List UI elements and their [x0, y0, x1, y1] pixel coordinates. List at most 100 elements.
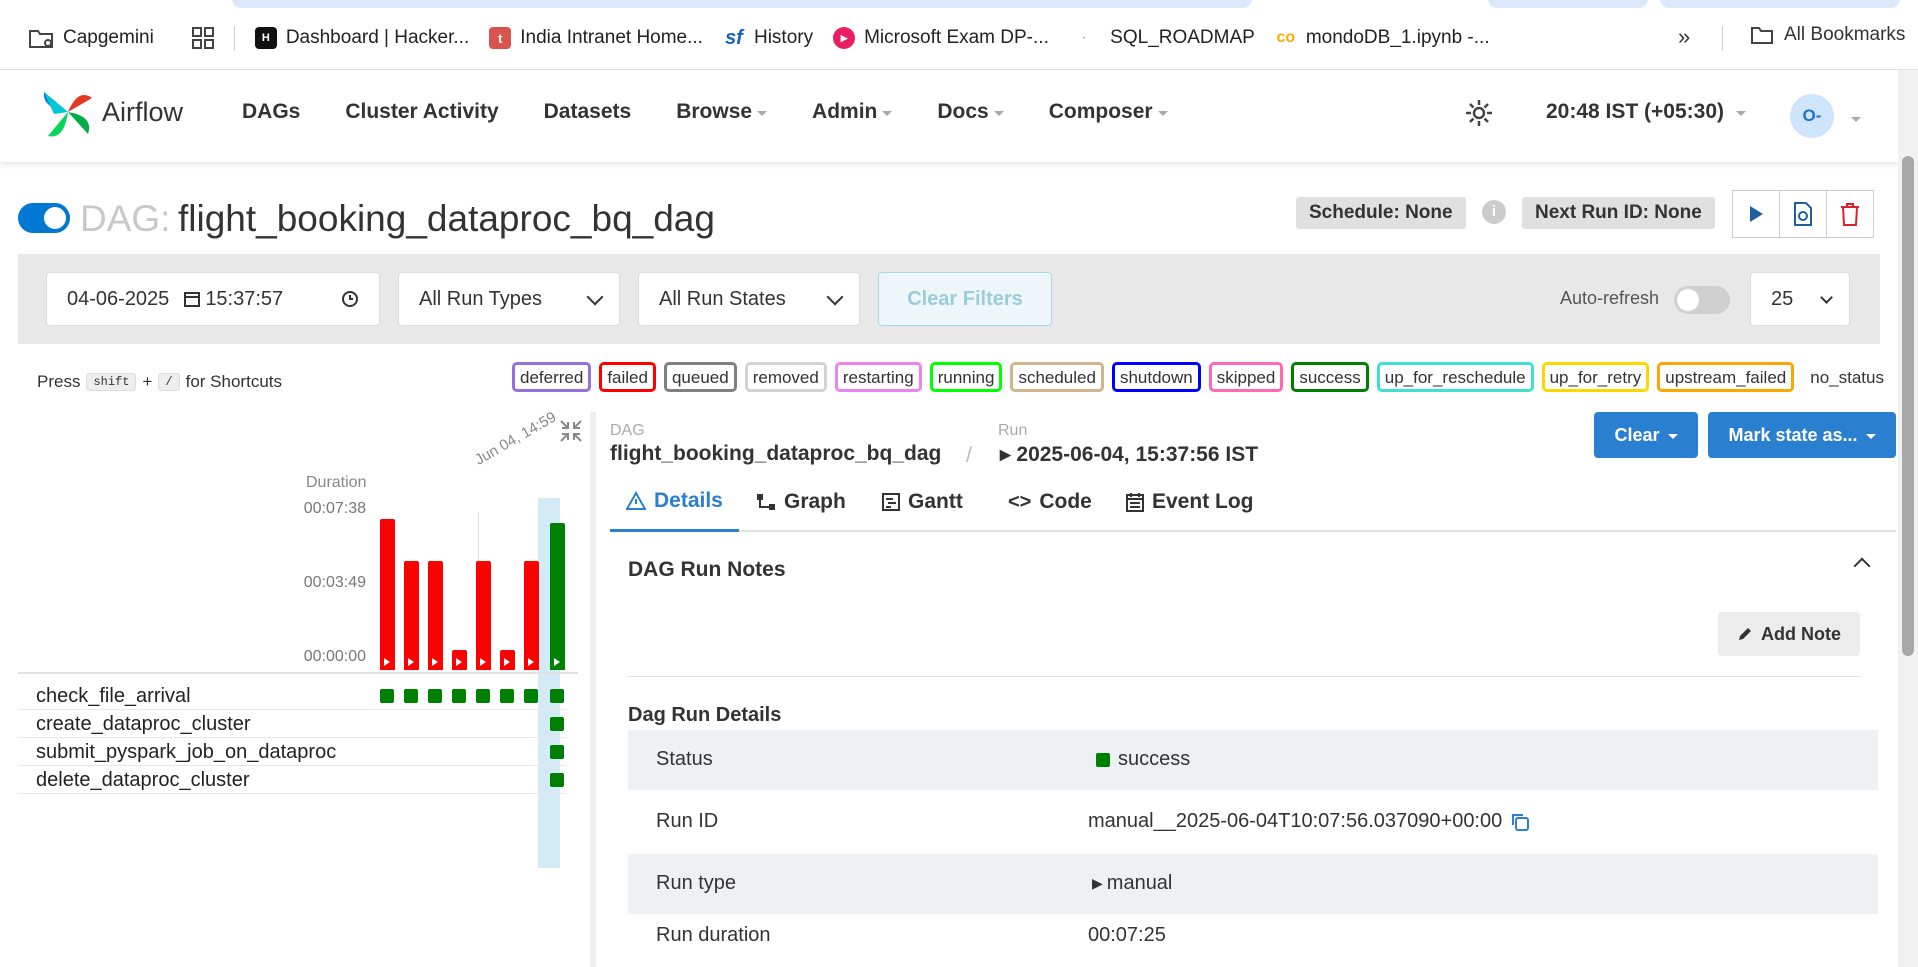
bookmark-ms-exam[interactable]: ▸ Microsoft Exam DP-... [833, 27, 1049, 49]
bookmark-intranet[interactable]: t India Intranet Home... [489, 27, 703, 49]
task-instance-success[interactable] [550, 717, 564, 731]
tab-code[interactable]: <> Code [992, 472, 1108, 532]
duration-bar-failed[interactable] [476, 561, 491, 670]
legend-queued[interactable]: queued [663, 362, 737, 392]
legend-up-for-retry[interactable]: up_for_retry [1541, 362, 1650, 392]
run-details-panel: DAG flight_booking_dataproc_bq_dag / Run… [610, 412, 1896, 967]
tab-graph[interactable]: Graph [740, 472, 862, 532]
legend-skipped[interactable]: skipped [1208, 362, 1284, 392]
task-instance-success[interactable] [428, 689, 442, 703]
reparse-dag-button[interactable] [1779, 190, 1827, 238]
legend-no-status[interactable]: no_status [1802, 362, 1892, 392]
settings-button[interactable] [1464, 98, 1494, 133]
caret-down-icon [1157, 111, 1168, 116]
tab-gantt[interactable]: Gantt [866, 472, 979, 532]
tab-event-log[interactable]: Event Log [1110, 472, 1270, 532]
legend-scheduled[interactable]: scheduled [1010, 362, 1104, 392]
clock-icon[interactable] [341, 290, 359, 308]
task-instance-success[interactable] [524, 689, 538, 703]
collapse-icon[interactable] [558, 418, 584, 444]
scrollbar-thumb[interactable] [1902, 156, 1914, 656]
task-row[interactable]: create_dataproc_cluster [18, 710, 566, 738]
duration-bar-failed[interactable] [452, 650, 467, 670]
task-instance-success[interactable] [404, 689, 418, 703]
copy-icon[interactable] [1510, 812, 1530, 832]
chevron-up-icon[interactable] [1853, 557, 1871, 575]
tab-details[interactable]: Details [610, 472, 739, 532]
legend-failed[interactable]: failed [599, 362, 656, 392]
legend-running[interactable]: running [929, 362, 1003, 392]
nav-admin[interactable]: Admin [812, 100, 893, 124]
bookmark-hackerrank[interactable]: H Dashboard | Hacker... [254, 27, 470, 49]
run-types-select[interactable]: All Run Types [398, 272, 620, 326]
task-instance-success[interactable] [452, 689, 466, 703]
nav-cluster-activity[interactable]: Cluster Activity [345, 100, 498, 124]
duration-bar-failed[interactable] [500, 650, 515, 670]
task-instance-success[interactable] [476, 689, 490, 703]
task-instance-success[interactable] [500, 689, 514, 703]
run-states-select[interactable]: All Run States [638, 272, 860, 326]
bookmark-sql-roadmap[interactable]: · SQL_ROADMAP [1081, 27, 1255, 49]
delete-dag-button[interactable] [1826, 190, 1874, 238]
duration-bar-failed[interactable] [428, 561, 443, 670]
breadcrumb-separator: / [966, 444, 972, 467]
panel-resize-handle[interactable] [590, 412, 596, 967]
bookmark-colab[interactable]: co mondoDB_1.ipynb -... [1274, 27, 1490, 49]
legend-restarting[interactable]: restarting [834, 362, 922, 392]
task-row[interactable]: delete_dataproc_cluster [18, 766, 566, 794]
nav-docs[interactable]: Docs [937, 100, 1004, 124]
duration-bar-failed[interactable] [524, 561, 539, 670]
more-bookmarks-button[interactable]: » [1678, 24, 1690, 50]
task-instance-success[interactable] [380, 689, 394, 703]
trigger-dag-button[interactable] [1732, 190, 1780, 238]
duration-bar-failed[interactable] [404, 561, 419, 670]
dag-pause-toggle[interactable] [18, 203, 70, 233]
task-instance-success[interactable] [550, 745, 564, 759]
info-icon[interactable]: i [1482, 200, 1506, 224]
calendar-icon[interactable] [183, 290, 201, 308]
breadcrumb-dag[interactable]: flight_booking_dataproc_bq_dag [610, 442, 941, 466]
mark-state-button[interactable]: Mark state as... [1708, 412, 1896, 458]
airflow-logo[interactable]: Airflow [40, 84, 183, 140]
mark-state-label: Mark state as... [1728, 424, 1858, 445]
legend-shutdown[interactable]: shutdown [1111, 362, 1201, 392]
legend-upstream-failed[interactable]: upstream_failed [1657, 362, 1795, 392]
breadcrumb-run[interactable]: ▸ 2025-06-04, 15:37:56 IST [1000, 442, 1258, 467]
bookmark-capgemini[interactable]: Capgemini [28, 27, 154, 49]
bookmark-history[interactable]: sf History [722, 27, 814, 49]
task-row[interactable]: submit_pyspark_job_on_dataproc [18, 738, 566, 766]
bookmark-label: History [753, 27, 814, 48]
duration-bar-failed[interactable] [380, 519, 395, 670]
auto-refresh-switch[interactable] [1674, 286, 1730, 314]
nav-datasets[interactable]: Datasets [544, 100, 632, 124]
page-size-select[interactable]: 25 [1750, 272, 1850, 326]
all-bookmarks-button[interactable]: All Bookmarks [1750, 24, 1905, 46]
task-instance-success[interactable] [550, 773, 564, 787]
nav-composer[interactable]: Composer [1049, 100, 1168, 124]
status-square-icon [1096, 752, 1110, 767]
nav-dags[interactable]: DAGs [242, 100, 300, 124]
legend-removed[interactable]: removed [744, 362, 827, 392]
legend-success[interactable]: success [1291, 362, 1369, 392]
legend-up-for-reschedule[interactable]: up_for_reschedule [1376, 362, 1534, 392]
add-note-button[interactable]: Add Note [1718, 612, 1860, 656]
gantt-icon [882, 493, 900, 511]
duration-bar-success[interactable] [550, 523, 565, 670]
caret-down-icon [1865, 434, 1876, 439]
base-date-picker[interactable]: 04-06-2025 15:37:57 [46, 272, 380, 326]
user-avatar[interactable]: O- [1790, 94, 1834, 138]
divider [18, 672, 578, 674]
clear-filters-button[interactable]: Clear Filters [878, 272, 1052, 326]
clear-run-button[interactable]: Clear [1594, 412, 1698, 458]
legend-deferred[interactable]: deferred [512, 362, 592, 392]
tab-label: Event Log [1152, 490, 1254, 513]
bookmark-label: Dashboard | Hacker... [285, 27, 470, 48]
detail-key: Run duration [656, 924, 771, 946]
timezone-menu[interactable]: 20:48 IST (+05:30) [1546, 100, 1747, 124]
task-name: submit_pyspark_job_on_dataproc [36, 741, 337, 763]
apps-button[interactable] [191, 27, 214, 49]
page-scrollbar[interactable] [1898, 70, 1918, 967]
detail-row-run-duration: Run duration 00:07:25 [628, 910, 1878, 960]
nav-browse[interactable]: Browse [676, 100, 768, 124]
task-instance-success[interactable] [550, 689, 564, 703]
